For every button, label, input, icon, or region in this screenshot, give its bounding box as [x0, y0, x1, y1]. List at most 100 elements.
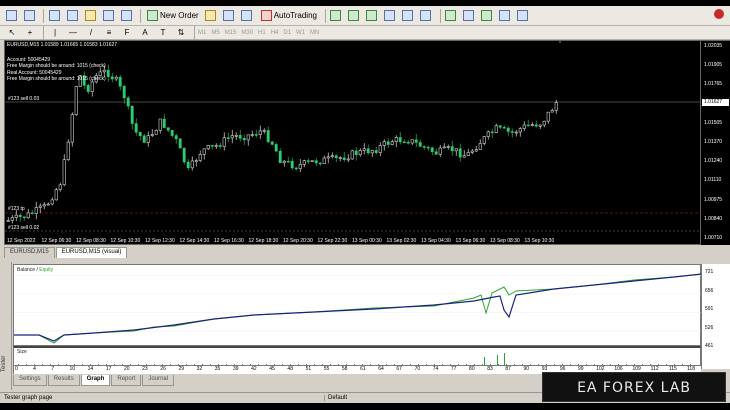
- order-label-tp: #123 tp: [8, 206, 25, 212]
- strategy-tester-icon[interactable]: [119, 8, 135, 24]
- timeframe-d1[interactable]: D1: [283, 30, 291, 36]
- graph-x-label: 64: [378, 366, 384, 372]
- size-bar: [298, 364, 299, 365]
- candle-body: [202, 148, 206, 155]
- drawing-toolbar: ↖ + | — / ≡ F A T ⇅ M1 M5 M15 M30 H1 H4 D1 W1 MN: [0, 25, 730, 41]
- candle-body: [130, 105, 134, 124]
- line-chart-icon[interactable]: [365, 8, 381, 24]
- meta-editor-icon[interactable]: [204, 8, 220, 24]
- graph-x-label: 23: [142, 366, 148, 372]
- tab-settings[interactable]: Settings: [13, 375, 47, 386]
- timeframe-m1[interactable]: M1: [198, 30, 206, 36]
- market-watch-icon[interactable]: [47, 8, 63, 24]
- tab-eurusd-m15-visual[interactable]: EURUSD,M15 (visual): [55, 247, 128, 258]
- text-icon[interactable]: A: [137, 25, 153, 41]
- new-order-button[interactable]: New Order: [144, 8, 202, 24]
- navigator-icon[interactable]: [83, 8, 99, 24]
- zoom-in-icon[interactable]: [383, 8, 399, 24]
- candle-body: [178, 138, 182, 149]
- candle-body: [110, 76, 114, 80]
- tab-eurusd-m15[interactable]: EURUSD,M15: [4, 247, 55, 258]
- balance-graph[interactable]: Balance / Equity: [13, 264, 703, 346]
- label-icon[interactable]: T: [155, 25, 171, 41]
- timeframe-mn[interactable]: MN: [310, 30, 319, 36]
- data-window-icon[interactable]: [65, 8, 81, 24]
- tab-report[interactable]: Report: [111, 375, 142, 386]
- timeframe-m15[interactable]: M15: [225, 30, 237, 36]
- size-bar: [554, 364, 555, 365]
- size-bar: [178, 364, 179, 365]
- cursor-icon[interactable]: ↖: [4, 25, 20, 41]
- tab-journal[interactable]: Journal: [142, 375, 175, 386]
- timeframe-h4[interactable]: H4: [271, 30, 279, 36]
- size-bar: [650, 364, 651, 365]
- channel-icon[interactable]: ≡: [101, 25, 117, 41]
- terminal-icon[interactable]: [101, 8, 117, 24]
- candle-body: [362, 148, 366, 151]
- size-bar: [114, 364, 115, 365]
- chart-shift-icon[interactable]: [462, 8, 478, 24]
- size-bar: [626, 364, 627, 365]
- size-bar: [186, 364, 187, 365]
- time-label: 13 Sep 08:30: [490, 238, 520, 244]
- candle-body: [370, 150, 374, 154]
- candle-body: [438, 147, 442, 155]
- help-icon[interactable]: [714, 9, 724, 19]
- candle-body: [478, 143, 482, 150]
- candle-body: [70, 114, 74, 143]
- graph-x-label: 42: [251, 366, 257, 372]
- new-chart-icon[interactable]: [4, 8, 20, 24]
- balance-equity-plot: [14, 273, 703, 344]
- candle-body: [106, 69, 110, 77]
- vertical-line-icon[interactable]: |: [47, 25, 63, 41]
- crosshair-icon[interactable]: +: [22, 25, 38, 41]
- size-bar: [634, 364, 635, 365]
- candle-body: [242, 138, 246, 141]
- candle-body: [322, 157, 326, 165]
- price-chart[interactable]: EURUSD,M15 1.01589 1.01665 1.01583 1.016…: [4, 40, 702, 245]
- size-bar: [466, 364, 467, 365]
- zoom-out-icon[interactable]: [401, 8, 417, 24]
- candle-body: [334, 155, 338, 159]
- bar-chart-icon[interactable]: [329, 8, 345, 24]
- timeframe-h1[interactable]: H1: [258, 30, 266, 36]
- arrows-icon[interactable]: ⇅: [173, 25, 189, 41]
- tile-windows-icon[interactable]: [419, 8, 435, 24]
- candle-body: [6, 220, 10, 222]
- candle-body: [434, 151, 438, 155]
- candle-body: [386, 141, 390, 145]
- time-label: 12 Sep 18:30: [248, 238, 279, 244]
- candle-body: [286, 160, 290, 163]
- candle-body: [290, 160, 294, 169]
- candle-body: [166, 127, 170, 131]
- tab-graph[interactable]: Graph: [80, 375, 111, 386]
- timeframe-m30[interactable]: M30: [241, 30, 253, 36]
- trendline-icon[interactable]: /: [83, 25, 99, 41]
- profiles-icon[interactable]: [22, 8, 38, 24]
- candle-body: [426, 146, 430, 149]
- candle-body: [254, 134, 258, 136]
- templates-icon[interactable]: [516, 8, 532, 24]
- candle-body: [430, 147, 434, 152]
- signals-icon[interactable]: [240, 8, 256, 24]
- graph-x-label: 48: [287, 366, 293, 372]
- price-scale[interactable]: 1.02035 1.01905 1.01765 1.01627 1.01505 1.013…: [701, 40, 730, 245]
- tab-results[interactable]: Results: [47, 375, 80, 386]
- toolbar-separator: [194, 25, 195, 40]
- timeframe-w1[interactable]: W1: [296, 30, 305, 36]
- graph-x-label: 70: [414, 366, 421, 372]
- auto-scroll-icon[interactable]: [444, 8, 460, 24]
- indicators-icon[interactable]: [480, 8, 496, 24]
- candlestick-icon[interactable]: [347, 8, 363, 24]
- chart-window-icon[interactable]: [222, 8, 238, 24]
- candle-body: [182, 147, 186, 163]
- time-label: 13 Sep 02:30: [386, 238, 417, 244]
- fibonacci-icon[interactable]: F: [119, 25, 135, 41]
- autotrading-button[interactable]: AutoTrading: [258, 8, 320, 24]
- size-bar: [426, 364, 427, 365]
- size-bar: [474, 364, 475, 365]
- size-bars: [18, 353, 691, 365]
- timeframe-m5[interactable]: M5: [211, 30, 219, 36]
- periods-icon[interactable]: [498, 8, 514, 24]
- horizontal-line-icon[interactable]: —: [65, 25, 81, 41]
